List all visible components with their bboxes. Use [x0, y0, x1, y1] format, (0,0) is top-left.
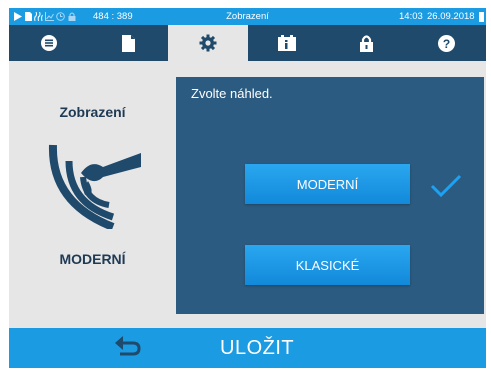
status-date: 26.09.2018	[427, 11, 475, 22]
current-mode-label: MODERNÍ	[59, 251, 126, 267]
lock-icon	[360, 34, 374, 52]
status-bar: 484 : 389 Zobrazení 14:03 26.09.2018	[9, 8, 486, 25]
display-view-icon	[47, 143, 141, 234]
status-time: 14:03	[399, 11, 423, 22]
back-arrow-icon	[115, 335, 141, 361]
help-icon: ?	[437, 34, 455, 52]
modern-view-button[interactable]: MODERNÍ	[245, 164, 410, 204]
view-selection-panel: Zvolte náhled. MODERNÍ KLASICKÉ	[176, 77, 484, 314]
document-icon	[121, 34, 135, 52]
classic-view-button[interactable]: KLASICKÉ	[245, 245, 410, 285]
checkmark-icon	[430, 174, 462, 203]
tab-menu[interactable]	[9, 25, 89, 61]
page-title: Zobrazení	[59, 104, 126, 120]
tab-help[interactable]: ?	[407, 25, 487, 61]
device-screen: 484 : 389 Zobrazení 14:03 26.09.2018 ? Z…	[9, 8, 486, 368]
info-card-icon	[278, 35, 297, 51]
current-view-panel: Zobrazení MODERNÍ	[9, 61, 176, 331]
svg-text:?: ?	[443, 37, 450, 51]
save-button[interactable]: ULOŽIT	[220, 337, 294, 360]
back-button[interactable]	[113, 335, 143, 361]
tab-lock[interactable]	[327, 25, 407, 61]
tab-settings[interactable]	[168, 25, 248, 61]
battery-icon	[478, 11, 484, 22]
gear-icon	[199, 34, 217, 52]
tab-bar: ?	[9, 25, 486, 61]
menu-icon	[40, 35, 57, 51]
selection-prompt: Zvolte náhled.	[191, 86, 273, 101]
tab-info[interactable]	[248, 25, 328, 61]
tab-documents[interactable]	[89, 25, 169, 61]
footer-bar: ULOŽIT	[9, 328, 486, 368]
